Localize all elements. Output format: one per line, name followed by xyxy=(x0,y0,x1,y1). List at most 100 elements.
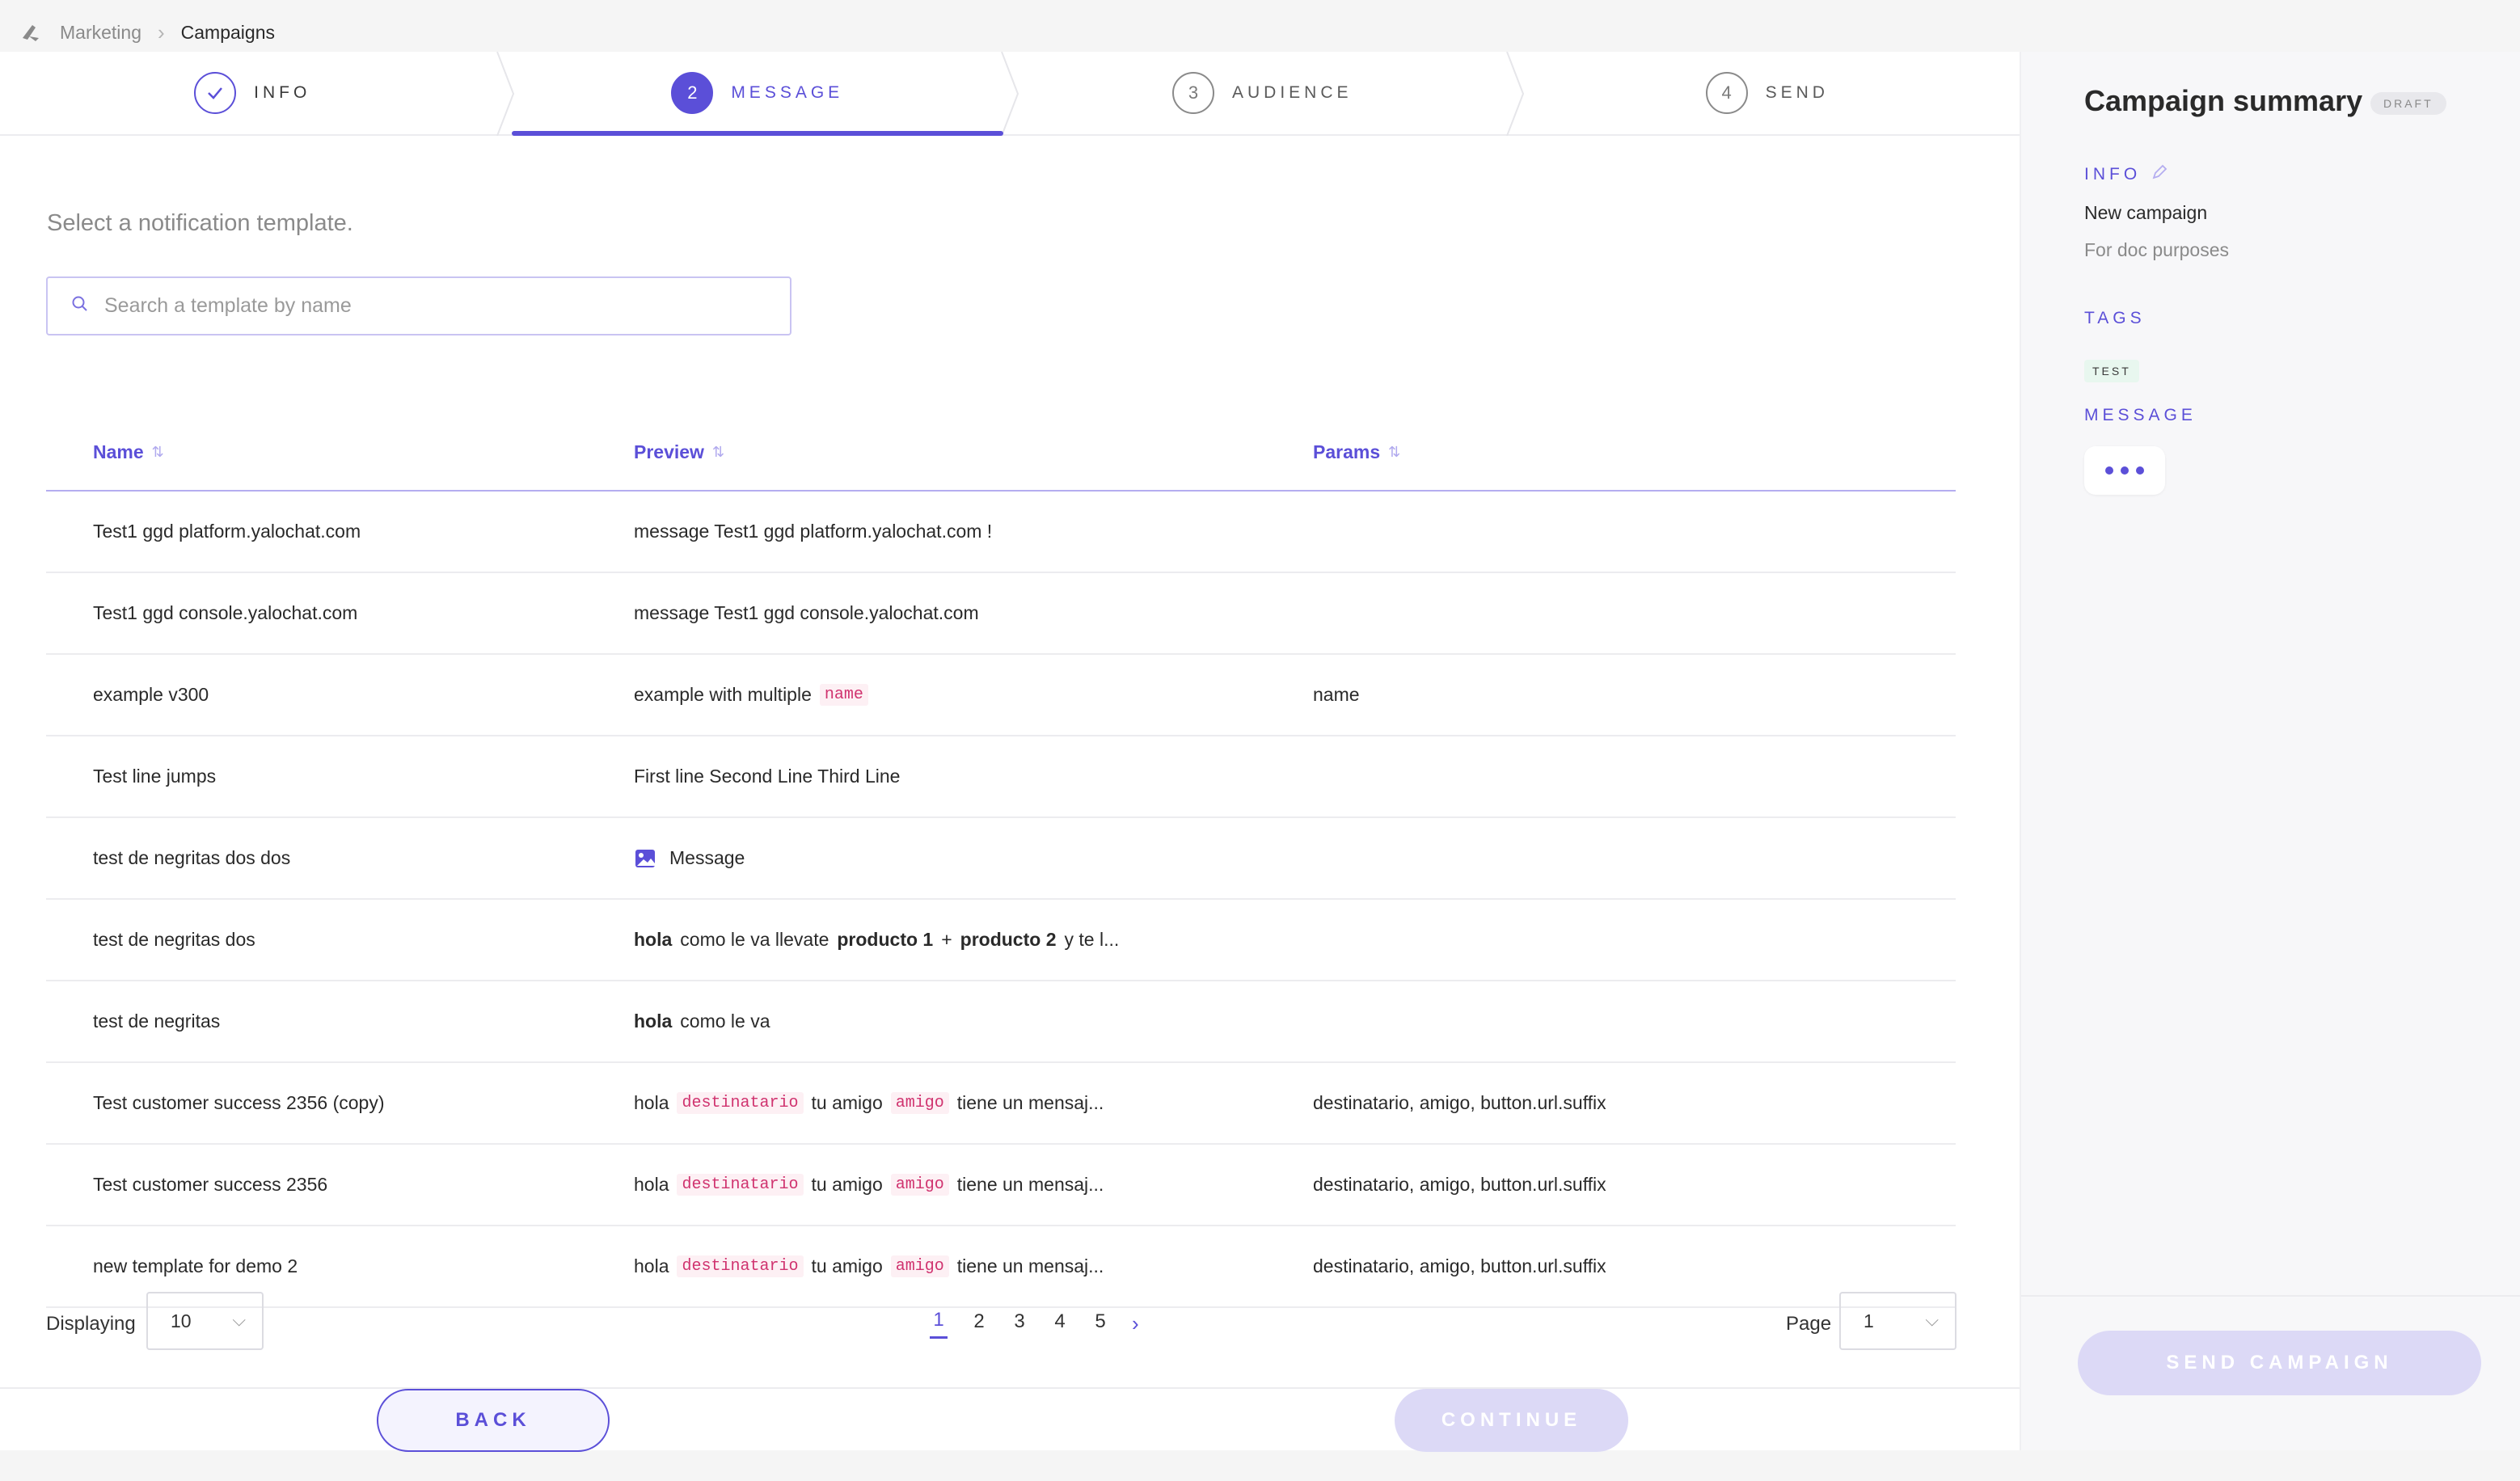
page-value: 1 xyxy=(1864,1310,1874,1331)
sort-icon: ⇅ xyxy=(151,444,164,460)
template-preview: message Test1 ggd platform.yalochat.com … xyxy=(634,492,992,572)
preview-text: como le va xyxy=(680,1011,770,1032)
template-name: Test1 ggd console.yalochat.com xyxy=(93,602,358,623)
continue-button[interactable]: CONTINUE xyxy=(1395,1389,1628,1452)
variable-tag: amigo xyxy=(890,1255,949,1277)
preview-text: producto 2 xyxy=(960,929,1057,950)
column-name[interactable]: Name ⇅ xyxy=(93,441,164,463)
search-icon xyxy=(70,294,90,318)
table-row[interactable]: example v300 example with multiple name nam… xyxy=(46,655,1956,736)
table-row[interactable]: test de negritas dos dos Message xyxy=(46,818,1956,900)
template-params: name xyxy=(1313,684,1360,705)
page-link[interactable]: 5 xyxy=(1091,1310,1109,1338)
megaphone-icon xyxy=(19,20,44,44)
template-name: Test customer success 2356 (copy) xyxy=(93,1092,385,1113)
preview-text: Message xyxy=(669,847,745,868)
step-send[interactable]: 4 SEND xyxy=(1515,52,2020,134)
sort-icon: ⇅ xyxy=(1388,444,1401,460)
table-row[interactable]: Test customer success 2356 hola destinatar… xyxy=(46,1145,1956,1226)
search-box[interactable] xyxy=(46,276,791,335)
template-name: test de negritas xyxy=(93,1011,221,1032)
summary-footer-divider xyxy=(2021,1295,2520,1297)
template-params: destinatario, amigo, button.url.suffix xyxy=(1313,1255,1606,1276)
template-preview: message Test1 ggd console.yalochat.com xyxy=(634,573,979,653)
step-label: AUDIENCE xyxy=(1231,83,1353,102)
chevron-down-icon: ⌵ xyxy=(232,1310,246,1330)
table-row[interactable]: test de negritas hola como le va xyxy=(46,981,1956,1063)
step-audience[interactable]: 3 AUDIENCE xyxy=(1010,52,1524,136)
send-campaign-button[interactable]: SEND CAMPAIGN xyxy=(2078,1331,2481,1395)
campaign-name: New campaign xyxy=(2084,202,2208,223)
table-header: Name ⇅ Preview ⇅ Params ⇅ xyxy=(46,424,1956,492)
table-row[interactable]: Test customer success 2356 (copy) hola des… xyxy=(46,1063,1956,1145)
column-label: Name xyxy=(93,441,144,462)
tag-chip: TEST xyxy=(2084,360,2139,382)
preview-text: tu amigo xyxy=(811,1255,883,1276)
breadcrumb: Marketing › Campaigns xyxy=(19,18,275,47)
chevron-right-icon: › xyxy=(157,19,165,44)
preview-text: hola xyxy=(634,1011,673,1032)
column-label: Preview xyxy=(634,441,704,462)
footer-divider xyxy=(0,1387,2020,1450)
preview-text: tu amigo xyxy=(811,1092,883,1113)
step-number: 4 xyxy=(1705,72,1748,114)
variable-tag: name xyxy=(819,684,868,706)
column-label: Params xyxy=(1313,441,1381,462)
tags-section-label: TAGS xyxy=(2084,309,2146,327)
step-info[interactable]: INFO xyxy=(0,52,514,136)
step-message[interactable]: 2 MESSAGE xyxy=(505,52,1019,136)
variable-tag: destinatario xyxy=(677,1092,804,1114)
page-size-select[interactable]: 10 ⌵ xyxy=(146,1292,264,1350)
template-preview: hola destinatario tu amigo amigo tiene un me… xyxy=(634,1226,1104,1306)
template-name: example v300 xyxy=(93,684,209,705)
template-name: Test1 ggd platform.yalochat.com xyxy=(93,521,361,542)
campaign-summary-panel: Campaign summary DRAFT INFO New campaign… xyxy=(2020,52,2520,1450)
template-preview: Message xyxy=(634,818,745,898)
preview-text: tiene un mensaj... xyxy=(956,1174,1104,1195)
summary-title: Campaign summary xyxy=(2084,84,2363,117)
table-row[interactable]: Test1 ggd platform.yalochat.com message T… xyxy=(46,492,1956,573)
preview-text: hola xyxy=(634,1174,669,1195)
page-select[interactable]: 1 ⌵ xyxy=(1839,1292,1956,1350)
template-preview: hola como le va llevate producto 1 + product… xyxy=(634,900,1119,980)
template-preview: example with multiple name xyxy=(634,655,868,735)
page-link[interactable]: 4 xyxy=(1051,1310,1069,1338)
image-icon xyxy=(634,847,656,870)
preview-text: hola xyxy=(634,1092,669,1113)
step-label: MESSAGE xyxy=(731,83,844,102)
campaign-description: For doc purposes xyxy=(2084,239,2229,260)
preview-text: hola xyxy=(634,1255,669,1276)
page-link[interactable]: 3 xyxy=(1011,1310,1028,1338)
chevron-down-icon: ⌵ xyxy=(1925,1310,1939,1330)
pencil-icon[interactable] xyxy=(2151,163,2168,186)
template-name: Test line jumps xyxy=(93,766,217,787)
step-number: 2 xyxy=(671,72,714,114)
breadcrumb-campaigns: Campaigns xyxy=(180,21,275,43)
message-section-label: MESSAGE xyxy=(2084,406,2197,424)
column-params[interactable]: Params ⇅ xyxy=(1313,441,1400,463)
template-preview: hola como le va xyxy=(634,981,770,1061)
table-row[interactable]: new template for demo 2 hola destinatario t… xyxy=(46,1226,1956,1308)
table-row[interactable]: Test line jumps First line Second Line Th… xyxy=(46,736,1956,818)
column-preview[interactable]: Preview ⇅ xyxy=(634,441,724,463)
preview-text: como le va llevate xyxy=(680,929,829,950)
preview-text: message Test1 ggd console.yalochat.com xyxy=(634,602,979,623)
check-icon xyxy=(194,72,237,114)
preview-text: example with multiple xyxy=(634,684,812,705)
preview-text: tu amigo xyxy=(811,1174,883,1195)
template-name: test de negritas dos dos xyxy=(93,847,291,868)
preview-text: y te l... xyxy=(1064,929,1120,950)
breadcrumb-marketing[interactable]: Marketing xyxy=(60,22,141,44)
main-panel: INFO 2 MESSAGE 3 AUDIENCE 4 SEND Select … xyxy=(0,52,2020,1452)
next-page-icon[interactable]: › xyxy=(1132,1311,1139,1336)
table-row[interactable]: test de negritas dos hola como le va lleva… xyxy=(46,900,1956,981)
page-link[interactable]: 1 xyxy=(930,1309,948,1339)
page-link[interactable]: 2 xyxy=(970,1310,988,1338)
preview-text: tiene un mensaj... xyxy=(956,1092,1104,1113)
info-label: INFO xyxy=(2084,165,2142,184)
search-input[interactable] xyxy=(104,294,790,318)
back-button[interactable]: BACK xyxy=(377,1389,610,1452)
stepper: INFO 2 MESSAGE 3 AUDIENCE 4 SEND xyxy=(0,52,2020,136)
table-row[interactable]: Test1 ggd console.yalochat.com message Te… xyxy=(46,573,1956,655)
template-preview: First line Second Line Third Line xyxy=(634,736,900,816)
